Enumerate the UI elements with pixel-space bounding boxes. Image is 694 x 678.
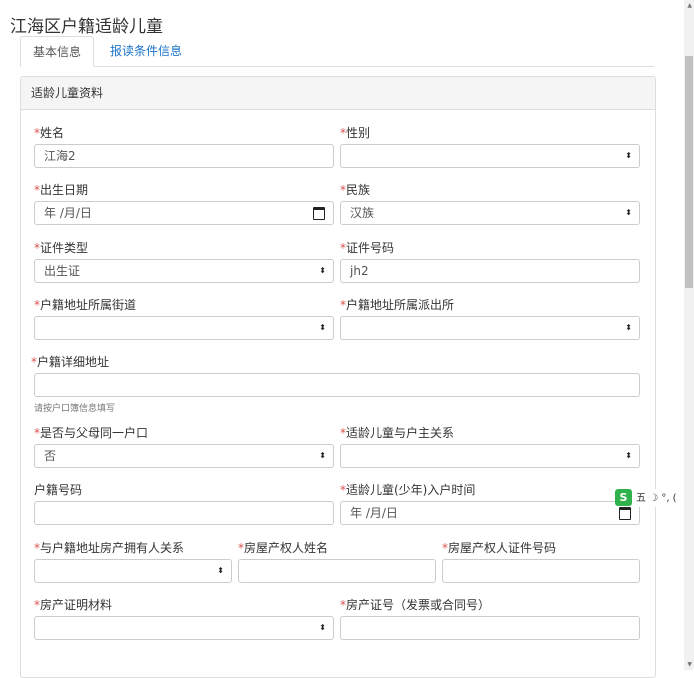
tab-bar: 基本信息 报读条件信息 [20,36,654,67]
owner-name-label: *房屋产权人姓名 [238,541,329,555]
registration-date-input[interactable]: 年 /月/日 [340,501,640,525]
police-station-label: *户籍地址所属派出所 [340,298,455,312]
select-caret-icon: ⬍ [319,623,326,632]
birth-date-input[interactable]: 年 /月/日 [34,201,334,225]
police-station-select[interactable]: ⬍ [340,316,640,340]
relation-to-owner-select[interactable]: ⬍ [34,559,232,583]
street-select[interactable]: ⬍ [34,316,334,340]
tab-enrollment-conditions[interactable]: 报读条件信息 [98,36,194,66]
id-number-input[interactable]: jh2 [340,259,640,283]
gender-select[interactable]: ⬍ [340,144,640,168]
name-label: *姓名 [34,126,65,140]
property-cert-label: *房产证号（发票或合同号） [340,598,491,612]
owner-id-label: *房屋产权人证件号码 [442,541,557,555]
id-number-label: *证件号码 [340,241,395,255]
address-help-text: 请按户口簿信息填写 [34,404,116,414]
select-caret-icon: ⬍ [625,451,632,460]
id-type-label: *证件类型 [34,241,89,255]
ime-status-text: 五 ☽ °, ( [636,493,677,504]
tab-basic-info[interactable]: 基本信息 [20,36,95,67]
select-caret-icon: ⬍ [217,566,224,575]
same-household-select[interactable]: 否 ⬍ [34,444,334,468]
select-caret-icon: ⬍ [625,151,632,160]
owner-name-input[interactable] [238,559,436,583]
household-number-input[interactable] [34,501,334,525]
registration-date-label: *适龄儿童(少年)入户时间 [340,483,476,497]
relation-to-head-label: *适龄儿童与户主关系 [340,426,455,440]
same-household-label: *是否与父母同一户口 [34,426,149,440]
ime-logo-icon: S [615,489,632,506]
scroll-down-icon[interactable]: ▼ [687,661,692,668]
ethnicity-select[interactable]: 汉族 ⬍ [340,201,640,225]
property-cert-input[interactable] [340,616,640,640]
select-caret-icon: ⬍ [625,323,632,332]
birth-date-label: *出生日期 [34,183,89,197]
select-caret-icon: ⬍ [319,266,326,275]
child-info-panel: 适龄儿童资料 *姓名 江海2 *性别 ⬍ *出生日期 年 /月/日 *民族 汉族… [20,76,656,678]
scrollbar-thumb[interactable] [685,56,693,288]
relation-to-owner-label: *与户籍地址房产拥有人关系 [34,541,185,555]
gender-label: *性别 [340,126,371,140]
address-label: *户籍详细地址 [31,355,110,369]
relation-to-head-select[interactable]: ⬍ [340,444,640,468]
page-title: 江海区户籍适龄儿童 [10,17,163,37]
vertical-scrollbar[interactable]: ▲ ▼ [684,0,694,670]
select-caret-icon: ⬍ [625,208,632,217]
select-caret-icon: ⬍ [319,323,326,332]
ethnicity-label: *民族 [340,183,371,197]
ime-toolbar[interactable]: S 五 ☽ °, ( [615,489,677,507]
property-doc-select[interactable]: ⬍ [34,616,334,640]
calendar-icon[interactable] [619,507,631,520]
address-input[interactable] [34,373,640,397]
property-doc-label: *房产证明材料 [34,598,113,612]
select-caret-icon: ⬍ [319,451,326,460]
owner-id-input[interactable] [442,559,640,583]
id-type-select[interactable]: 出生证 ⬍ [34,259,334,283]
panel-title: 适龄儿童资料 [21,77,655,110]
name-input[interactable]: 江海2 [34,144,334,168]
scroll-up-icon[interactable]: ▲ [687,2,692,9]
calendar-icon[interactable] [313,207,325,220]
street-label: *户籍地址所属街道 [34,298,137,312]
household-number-label: 户籍号码 [34,483,83,497]
